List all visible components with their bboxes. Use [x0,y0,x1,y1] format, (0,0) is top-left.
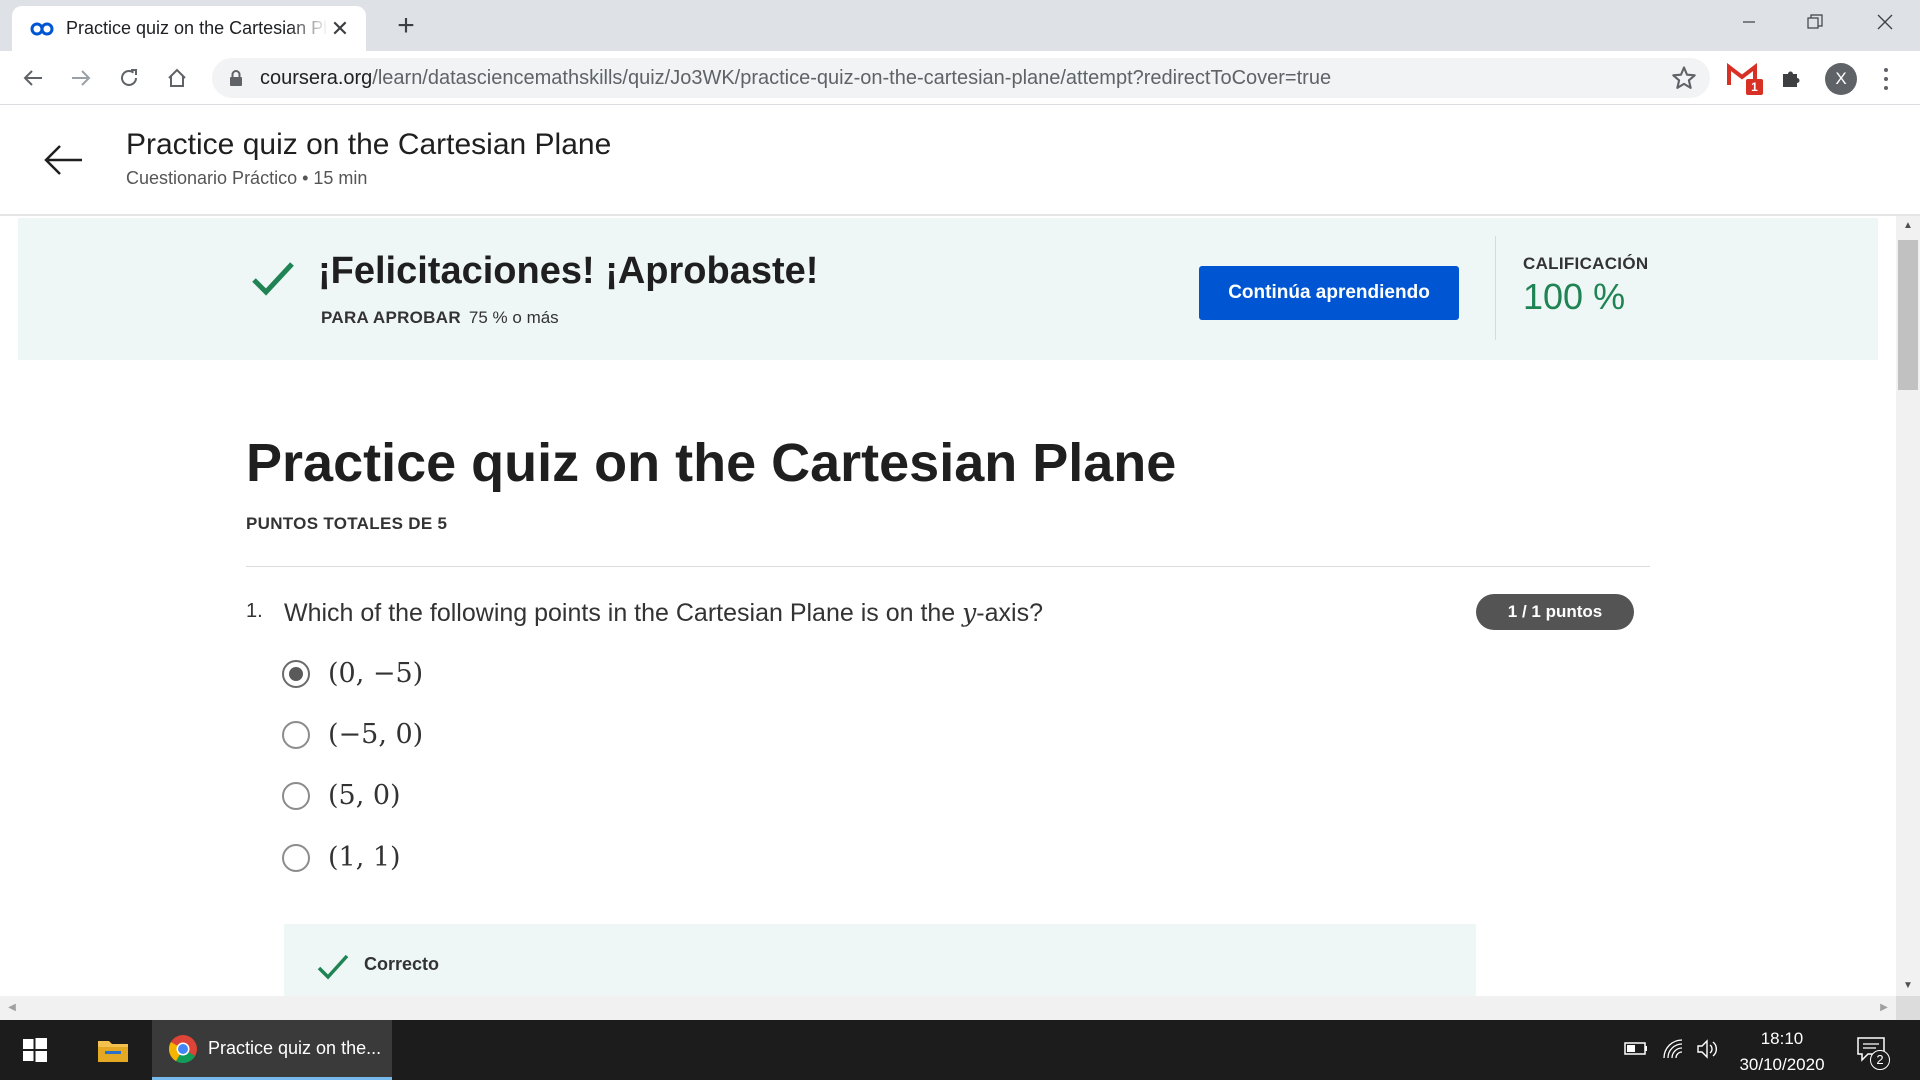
back-arrow-icon[interactable] [16,61,50,95]
radio-button[interactable] [282,720,310,749]
taskbar-chrome-app[interactable]: Practice quiz on the... [152,1020,392,1080]
grade-value: 100 % [1523,276,1626,317]
url-text: coursera.org/learn/datasciencemathskills… [260,67,1331,90]
horizontal-scrollbar[interactable]: ◀ ▶ [0,996,1896,1020]
divider [246,566,1650,567]
divider [1495,236,1496,340]
new-tab-button[interactable]: + [390,9,422,42]
tab-title: Practice quiz on the Cartesian Plane [66,18,328,38]
continue-learning-button[interactable]: Continúa aprendiendo [1199,266,1459,320]
option-label: (0, −5) [328,658,424,689]
minimize-icon[interactable] [1716,0,1782,44]
extensions-puzzle-icon[interactable] [1774,61,1808,95]
restore-icon[interactable] [1782,0,1848,44]
close-tab-icon[interactable]: ✕ [328,16,352,41]
content-viewport: ¡Felicitaciones! ¡Aprobaste! PARA APROBA… [0,216,1896,996]
notification-count: 2 [1870,1050,1890,1070]
gmail-extension-icon[interactable]: 1 [1727,62,1763,95]
scroll-up-arrow-icon[interactable]: ▲ [1896,216,1920,236]
question-text-before: Which of the following points in the Car… [284,599,963,627]
option-label: (−5, 0) [328,719,424,750]
scroll-right-arrow-icon[interactable]: ▶ [1874,996,1894,1020]
chrome-icon [169,1034,197,1063]
pass-requirement: PARA APROBAR 75 % o más [321,308,559,328]
profile-avatar[interactable]: X [1825,63,1857,95]
total-points: PUNTOS TOTALES DE 5 [246,514,448,533]
system-clock[interactable]: 18:10 30/10/2020 [1720,1026,1844,1078]
browser-toolbar: coursera.org/learn/datasciencemathskills… [0,51,1920,105]
result-banner: ¡Felicitaciones! ¡Aprobaste! PARA APROBA… [18,218,1878,360]
scroll-down-arrow-icon[interactable]: ▼ [1896,976,1920,996]
file-explorer-icon[interactable] [80,1020,146,1080]
taskbar-chrome-label: Practice quiz on the... [208,1038,382,1058]
scroll-left-arrow-icon[interactable]: ◀ [2,996,22,1020]
gmail-badge: 1 [1746,79,1763,95]
pass-value: 75 % o más [468,308,559,327]
url-path: /learn/datasciencemathskills/quiz/Jo3WK/… [372,66,1332,89]
vertical-scrollbar[interactable]: ▲ ▼ [1896,216,1920,996]
answer-option[interactable]: (1, 1) [282,842,401,873]
page-header: Practice quiz on the Cartesian Plane Cue… [0,106,1920,216]
checkmark-icon [252,262,294,296]
windows-taskbar: Practice quiz on the... 18:10 30/10/2020… [0,1020,1920,1080]
grade-label: CALIFICACIÓN [1523,254,1649,273]
tab-strip: Practice quiz on the Cartesian Plane ✕ + [0,0,1920,51]
scrollbar-corner [1896,996,1920,1020]
option-label: (5, 0) [328,780,401,811]
coursera-favicon-icon [30,22,54,35]
scrollbar-thumb[interactable] [1898,240,1918,390]
browser-menu-icon[interactable] [1876,65,1896,93]
notification-center-icon[interactable]: 2 [1850,1030,1894,1070]
question-text-after: -axis? [976,599,1043,627]
address-bar[interactable]: coursera.org/learn/datasciencemathskills… [212,58,1710,98]
browser-tab[interactable]: Practice quiz on the Cartesian Plane ✕ [12,6,366,51]
option-label: (1, 1) [328,842,401,873]
answer-option[interactable]: (−5, 0) [282,719,423,750]
radio-button-selected[interactable] [282,659,310,688]
pass-label: PARA APROBAR [321,308,461,327]
battery-icon[interactable] [1624,1038,1648,1063]
bookmark-star-icon[interactable] [1670,64,1698,92]
forward-arrow-icon[interactable] [64,61,98,95]
quiz-title: Practice quiz on the Cartesian Plane [246,433,1177,493]
clock-date: 30/10/2020 [1739,1055,1825,1074]
volume-icon[interactable] [1696,1038,1720,1065]
question-text: Which of the following points in the Car… [284,598,1043,628]
close-window-icon[interactable] [1852,0,1918,44]
home-icon[interactable] [160,61,194,95]
windows-start-icon[interactable] [0,1020,70,1080]
checkmark-icon [317,954,349,980]
answer-option[interactable]: (0, −5) [282,658,423,689]
lock-icon [230,70,242,86]
url-host: coursera.org [260,66,373,89]
radio-button[interactable] [282,843,310,872]
congrats-heading: ¡Felicitaciones! ¡Aprobaste! [318,250,819,292]
radio-button[interactable] [282,781,310,810]
wifi-icon[interactable] [1662,1038,1684,1065]
question-number: 1. [246,600,263,622]
feedback-box: Correcto [284,924,1476,996]
question-math-var: y [962,598,977,627]
clock-time: 18:10 [1760,1029,1804,1048]
reload-icon[interactable] [112,61,146,95]
answer-option[interactable]: (5, 0) [282,780,401,811]
page-title: Practice quiz on the Cartesian Plane [126,128,612,161]
page-subtitle: Cuestionario Práctico • 15 min [126,168,368,188]
points-badge: 1 / 1 puntos [1476,594,1634,630]
back-arrow-icon[interactable] [40,136,88,184]
feedback-label: Correcto [364,954,440,974]
